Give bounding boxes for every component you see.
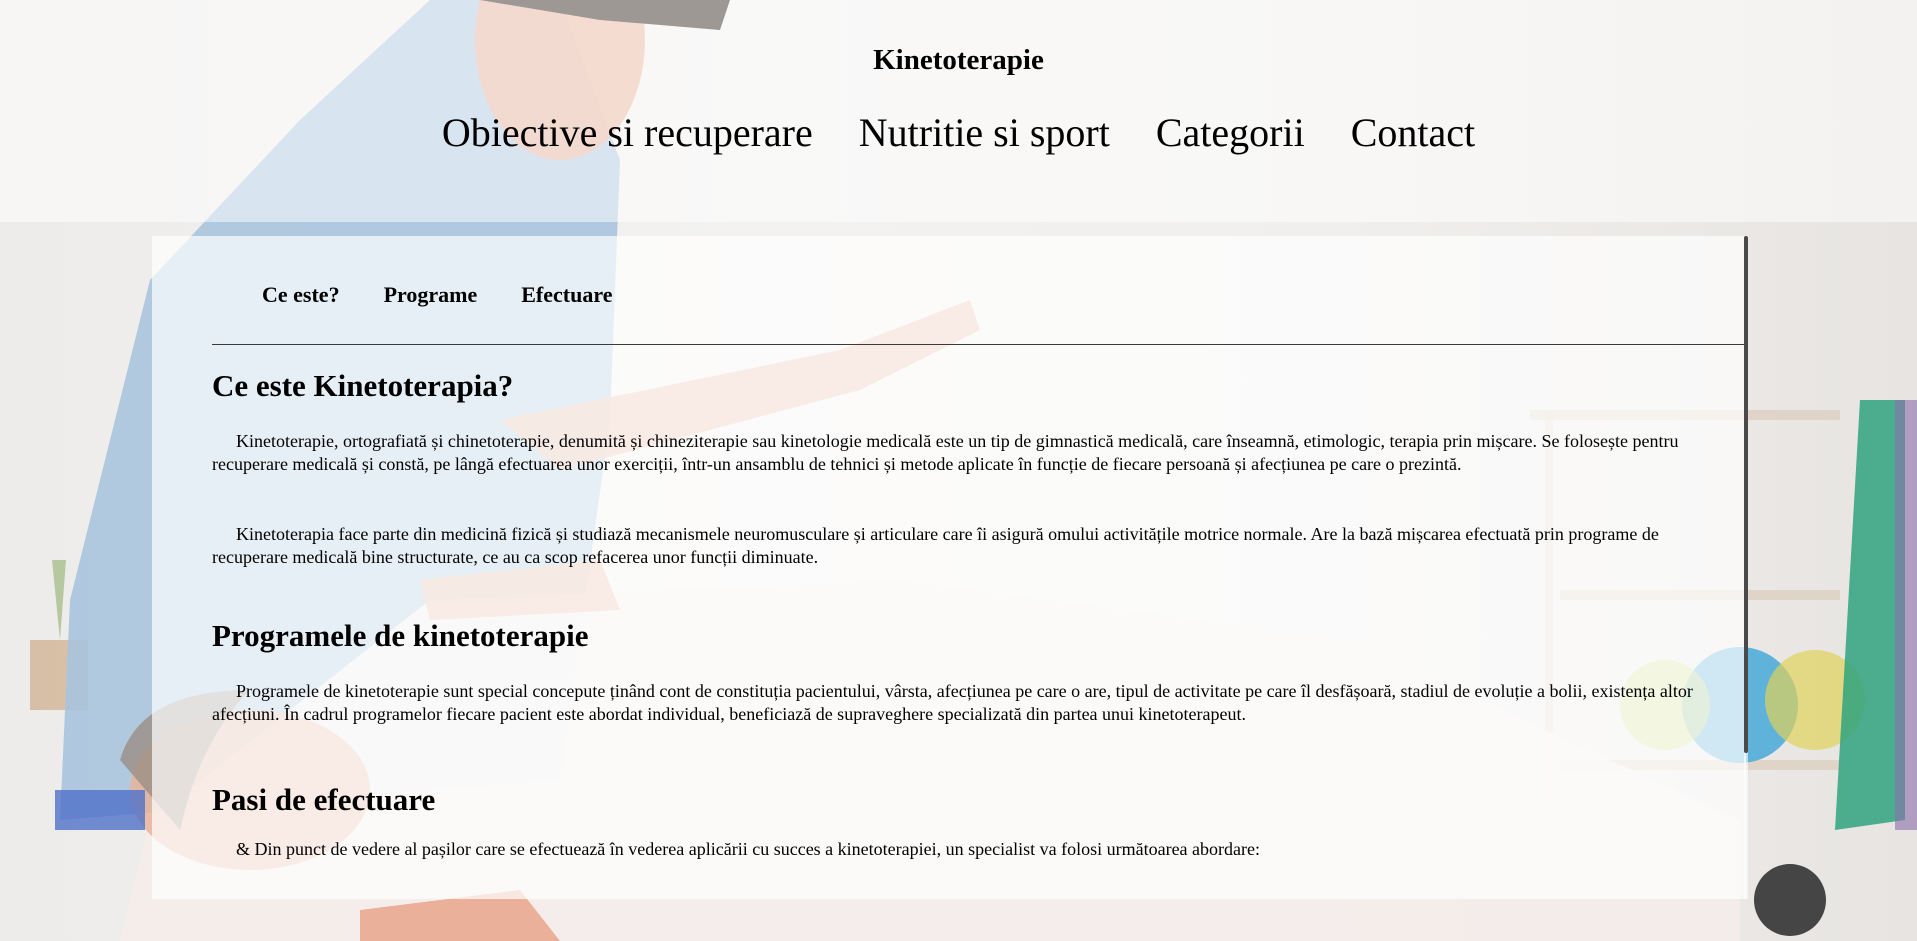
section-nav: Ce este? Programe Efectuare xyxy=(262,280,612,310)
site-header: Kinetoterapie Obiective si recuperare Nu… xyxy=(0,0,1917,222)
site-title: Kinetoterapie xyxy=(873,44,1044,76)
paragraph: & Din punct de vedere al pașilor care se… xyxy=(236,839,1261,859)
nav-link-obiective[interactable]: Obiective si recuperare xyxy=(442,105,813,161)
section-heading-ce-este: Ce este Kinetoterapia? xyxy=(212,368,514,403)
paragraph: Kinetoterapie, ortografiată și chinetote… xyxy=(212,431,1679,474)
section-link-ce-este[interactable]: Ce este? xyxy=(262,280,340,310)
nav-link-nutritie[interactable]: Nutritie si sport xyxy=(859,105,1110,161)
nav-link-contact[interactable]: Contact xyxy=(1351,105,1475,161)
scrollbar-thumb[interactable] xyxy=(1744,236,1748,753)
section-link-efectuare[interactable]: Efectuare xyxy=(521,280,612,310)
main-nav: Obiective si recuperare Nutritie si spor… xyxy=(0,105,1917,161)
content-panel[interactable]: Ce este? Programe Efectuare Ce este Kine… xyxy=(152,236,1746,899)
nav-link-categorii[interactable]: Categorii xyxy=(1156,105,1305,161)
paragraph: Programele de kinetoterapie sunt special… xyxy=(212,681,1693,724)
panel-scrollbar[interactable] xyxy=(1744,236,1748,899)
section-divider xyxy=(212,344,1746,345)
paragraph: Kinetoterapia face parte din medicină fi… xyxy=(212,524,1659,567)
section-heading-programe: Programele de kinetoterapie xyxy=(212,618,589,653)
section-heading-efectuare: Pasi de efectuare xyxy=(212,782,436,817)
section-link-programe[interactable]: Programe xyxy=(384,280,478,310)
